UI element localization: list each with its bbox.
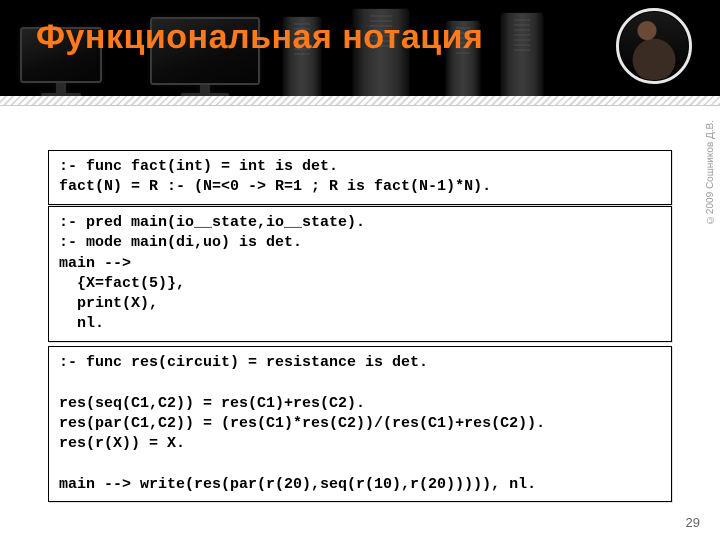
tower-icon	[500, 12, 544, 98]
code-block-fact: :- func fact(int) = int is det. fact(N) …	[48, 150, 672, 205]
header-divider	[0, 96, 720, 106]
avatar	[616, 8, 692, 84]
page-number: 29	[686, 515, 700, 530]
slide: Функциональная нотация :- func fact(int)…	[0, 0, 720, 540]
copyright-text: ©2009 Сошников Д.В.	[705, 120, 716, 225]
code-block-main: :- pred main(io__state,io__state). :- mo…	[48, 206, 672, 342]
slide-title: Функциональная нотация	[36, 18, 483, 57]
code-block-res: :- func res(circuit) = resistance is det…	[48, 346, 672, 502]
